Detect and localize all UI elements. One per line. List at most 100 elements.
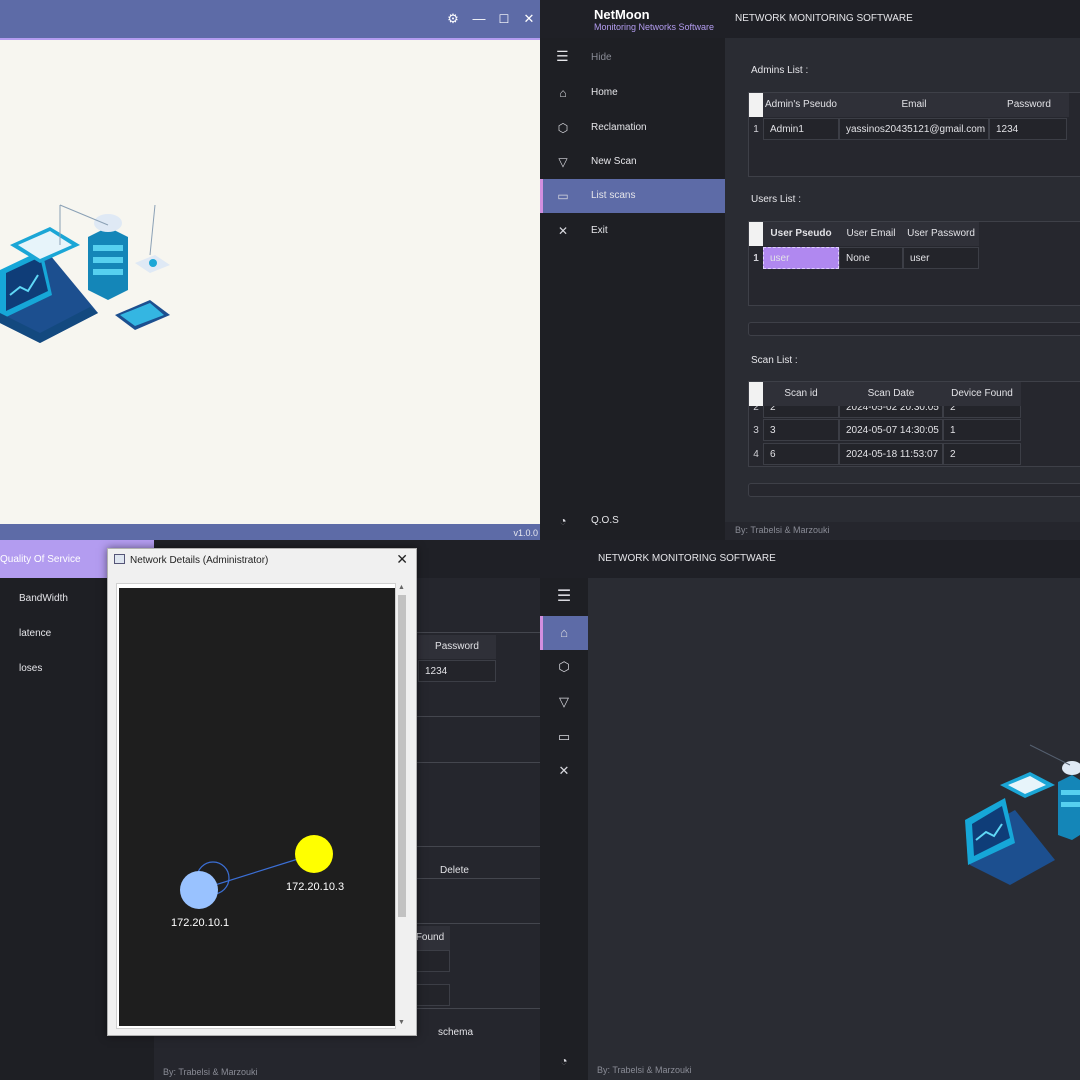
scans-progress-bar: [748, 483, 1080, 497]
row-number: 4: [753, 449, 759, 460]
version-label: v1.0.0: [513, 528, 538, 538]
laptop-icon: ▭: [557, 189, 569, 203]
qos-window: Quality Of Service BandWidth latence los…: [0, 540, 540, 1080]
schema-button[interactable]: schema: [438, 1027, 473, 1038]
scroll-down-icon[interactable]: ▼: [398, 1019, 405, 1026]
admins-table[interactable]: Admin's Pseudo Email Password 1 Admin1 y…: [748, 92, 1080, 177]
hide-label[interactable]: Hide: [591, 52, 612, 63]
delete-button[interactable]: Delete: [440, 865, 469, 876]
sidebar-item-home[interactable]: ⌂ Home: [540, 76, 725, 110]
sidebar-item-label: Exit: [591, 225, 608, 236]
sidebar: ☰ Hide ⌂ Home ⬡ Reclamation ▽ New Scan ▭…: [540, 38, 725, 540]
table-cell[interactable]: user: [903, 247, 979, 269]
app-header-title: NETWORK MONITORING SOFTWARE: [735, 13, 913, 24]
row-number: 3: [753, 425, 759, 436]
close-icon[interactable]: ✕: [521, 11, 537, 27]
column-header[interactable]: Password: [989, 93, 1069, 117]
box-icon[interactable]: ⬡: [540, 650, 588, 684]
column-header[interactable]: User Email: [839, 222, 903, 246]
top-bar: NetMoon Monitoring Networks Software NET…: [540, 0, 1080, 38]
close-icon[interactable]: ✕: [396, 551, 408, 568]
column-header[interactable]: User Password: [903, 222, 979, 246]
wifi-icon[interactable]: ▽: [540, 685, 588, 719]
home-icon[interactable]: ⌂: [540, 616, 588, 650]
users-progress-bar: [748, 322, 1080, 336]
footer-credits: By: Trabelsi & Marzouki: [163, 1067, 258, 1077]
node-172-20-10-1: [180, 871, 218, 909]
wifi-icon: ▽: [558, 155, 568, 169]
table-cell[interactable]: 2: [943, 443, 1021, 465]
table-cell[interactable]: None: [839, 247, 903, 269]
sidebar-item-reclamation[interactable]: ⬡ Reclamation: [540, 111, 725, 145]
sidebar-item-label: Home: [591, 87, 618, 98]
table-cell: 1234: [418, 660, 496, 682]
title-accent-line: [0, 38, 540, 40]
qos-item-latence[interactable]: latence: [19, 628, 51, 639]
close-icon[interactable]: ✕: [540, 754, 588, 788]
sidebar-item-label: New Scan: [591, 156, 637, 167]
column-header: Password: [418, 635, 496, 659]
speedometer-icon: ◔: [559, 514, 567, 528]
app-name: NetMoon: [594, 7, 650, 22]
collapsed-sidebar: ☰ ⌂ ⬡ ▽ ▭ ✕ ◔: [540, 578, 588, 1080]
table-cell[interactable]: 2024-05-07 14:30:05: [839, 419, 943, 441]
column-header[interactable]: Scan id: [763, 382, 839, 406]
splash-status-bar: [0, 524, 540, 540]
network-graph-canvas[interactable]: 172.20.10.1 172.20.10.3: [116, 583, 396, 1029]
footer-credits: By: Trabelsi & Marzouki: [735, 525, 830, 535]
home-icon: ⌂: [559, 86, 567, 100]
sidebar-item-exit[interactable]: ✕ Exit: [540, 214, 725, 248]
top-bar: NETWORK MONITORING SOFTWARE: [540, 540, 1080, 578]
column-header[interactable]: Admin's Pseudo: [763, 93, 839, 117]
table-corner: [749, 93, 763, 117]
box-icon: ⬡: [557, 121, 569, 135]
table-corner: [749, 382, 763, 406]
network-illustration: [0, 204, 170, 343]
hamburger-icon[interactable]: ☰: [540, 580, 588, 614]
minimize-icon[interactable]: —: [471, 11, 487, 27]
scroll-up-icon[interactable]: ▲: [398, 584, 405, 591]
node-label: 172.20.10.1: [171, 917, 230, 929]
gear-icon[interactable]: ⚙: [445, 11, 461, 27]
row-number: 1: [753, 124, 759, 135]
column-header[interactable]: Device Found: [943, 382, 1021, 406]
column-header[interactable]: Email: [839, 93, 989, 117]
table-cell[interactable]: 6: [763, 443, 839, 465]
table-cell[interactable]: 2024-05-18 11:53:07: [839, 443, 943, 465]
table-cell[interactable]: 1234: [989, 118, 1067, 140]
row-number: 1: [753, 253, 759, 264]
table-cell[interactable]: Admin1: [763, 118, 839, 140]
table-cell[interactable]: yassinos20435121@gmail.com: [839, 118, 989, 140]
selected-cell[interactable]: user: [763, 247, 839, 269]
table-cell[interactable]: 3: [763, 419, 839, 441]
node-label: 172.20.10.3: [286, 881, 345, 893]
users-list-title: Users List :: [751, 194, 802, 205]
network-graph: [180, 835, 333, 909]
app-subtitle: Monitoring Networks Software: [594, 22, 715, 32]
scans-table[interactable]: 2 2 2024-05-02 20:30:05 2 Scan id Scan D…: [748, 381, 1080, 467]
laptop-icon[interactable]: ▭: [540, 720, 588, 754]
app-header-title: NETWORK MONITORING SOFTWARE: [598, 553, 776, 564]
vertical-scrollbar[interactable]: ▲ ▼: [396, 583, 408, 1029]
users-table[interactable]: User Pseudo User Email User Password 1 u…: [748, 221, 1080, 306]
maximize-icon[interactable]: ☐: [496, 11, 512, 27]
sidebar-item-new-scan[interactable]: ▽ New Scan: [540, 145, 725, 179]
qos-item-bandwidth[interactable]: BandWidth: [19, 593, 68, 604]
scan-list-title: Scan List :: [751, 355, 798, 366]
admin-window: NetMoon Monitoring Networks Software NET…: [540, 0, 1080, 540]
column-header[interactable]: Scan Date: [839, 382, 943, 406]
hamburger-icon[interactable]: ☰: [556, 49, 570, 63]
close-icon: ✕: [557, 224, 569, 238]
main-content: Admins List : Admin's Pseudo Email Passw…: [725, 38, 1080, 522]
column-header[interactable]: User Pseudo: [763, 222, 839, 246]
splash-window: ⚙ — ☐ ✕ v1.0.0: [0, 0, 540, 540]
sidebar-item-list-scans[interactable]: ▭ List scans: [540, 179, 725, 213]
qos-item-loses[interactable]: loses: [19, 663, 42, 674]
node-172-20-10-3: [295, 835, 333, 873]
table-cell[interactable]: 1: [943, 419, 1021, 441]
network-details-dialog: Network Details (Administrator) ✕ 172.20…: [107, 548, 417, 1036]
scroll-thumb[interactable]: [398, 595, 406, 917]
sidebar-item-qos[interactable]: ◔ Q.O.S: [540, 504, 725, 538]
speedometer-icon[interactable]: ◔: [540, 1044, 588, 1078]
graph-area: 172.20.10.1 172.20.10.3: [119, 588, 395, 1026]
